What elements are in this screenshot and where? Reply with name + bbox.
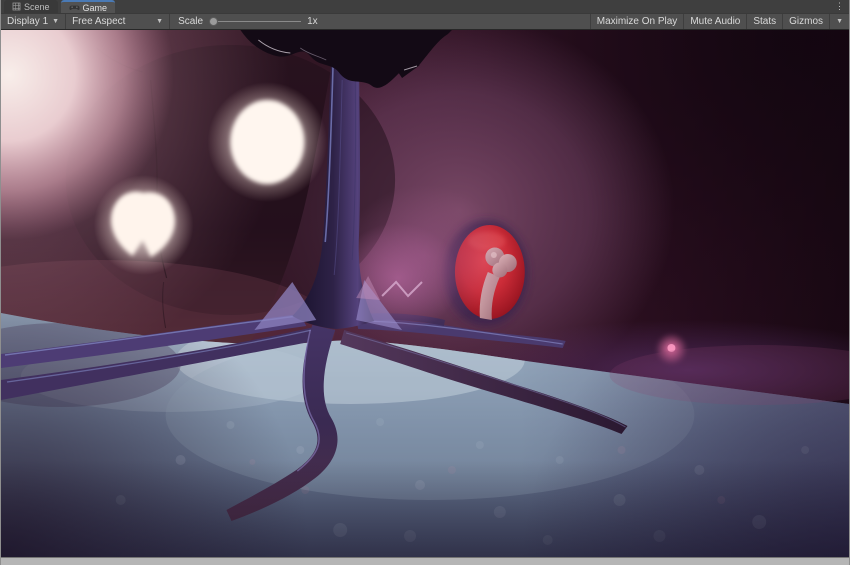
tab-game-label: Game <box>82 2 108 13</box>
unity-game-window: Scene Game ⋮ Display 1 ▼ Free Aspect ▼ S… <box>0 0 850 565</box>
scale-label: Scale <box>178 16 204 27</box>
tab-scene-label: Scene <box>24 1 50 12</box>
grid-icon <box>12 2 21 11</box>
display-dropdown[interactable]: Display 1 ▼ <box>1 14 67 29</box>
gizmos-label: Gizmos <box>789 16 824 27</box>
game-scene-render <box>1 30 849 557</box>
game-view-toolbar: Display 1 ▼ Free Aspect ▼ Scale 1x Maxim… <box>1 13 849 30</box>
stats-button[interactable]: Stats <box>746 14 782 29</box>
window-bottom-strip <box>1 557 849 565</box>
scale-value: 1x <box>307 16 318 27</box>
mute-audio-button[interactable]: Mute Audio <box>683 14 746 29</box>
game-viewport <box>1 30 849 557</box>
scale-slider-track <box>209 21 302 22</box>
mute-audio-label: Mute Audio <box>690 16 741 27</box>
scale-slider[interactable] <box>209 17 302 26</box>
scale-slider-knob[interactable] <box>209 17 219 26</box>
tab-bar: Scene Game ⋮ <box>1 0 849 13</box>
maximize-on-play-button[interactable]: Maximize On Play <box>589 14 684 29</box>
display-dropdown-label: Display 1 <box>7 16 49 27</box>
maximize-on-play-label: Maximize On Play <box>596 16 678 27</box>
tab-game[interactable]: Game <box>60 0 116 13</box>
gamepad-icon <box>68 4 80 12</box>
gizmos-button[interactable]: Gizmos <box>782 14 829 29</box>
scale-control: Scale 1x <box>170 14 326 29</box>
chevron-down-icon: ▼ <box>156 18 164 25</box>
aspect-dropdown-label: Free Aspect <box>72 16 126 27</box>
chevron-down-icon: ▼ <box>52 18 60 25</box>
more-options-icon[interactable]: ⋮ <box>835 0 844 13</box>
chevron-down-icon: ▼ <box>836 18 843 25</box>
toolbar-left-group: Display 1 ▼ Free Aspect ▼ Scale 1x <box>1 14 326 29</box>
tab-scene[interactable]: Scene <box>4 0 58 13</box>
aspect-dropdown[interactable]: Free Aspect ▼ <box>66 14 171 29</box>
eye-hole-round <box>230 100 305 184</box>
stats-label: Stats <box>753 16 777 27</box>
gizmos-chevron-button[interactable]: ▼ <box>829 14 849 29</box>
bottom-vignette <box>1 460 849 557</box>
toolbar-right-group: Maximize On Play Mute Audio Stats Gizmos… <box>589 14 849 29</box>
